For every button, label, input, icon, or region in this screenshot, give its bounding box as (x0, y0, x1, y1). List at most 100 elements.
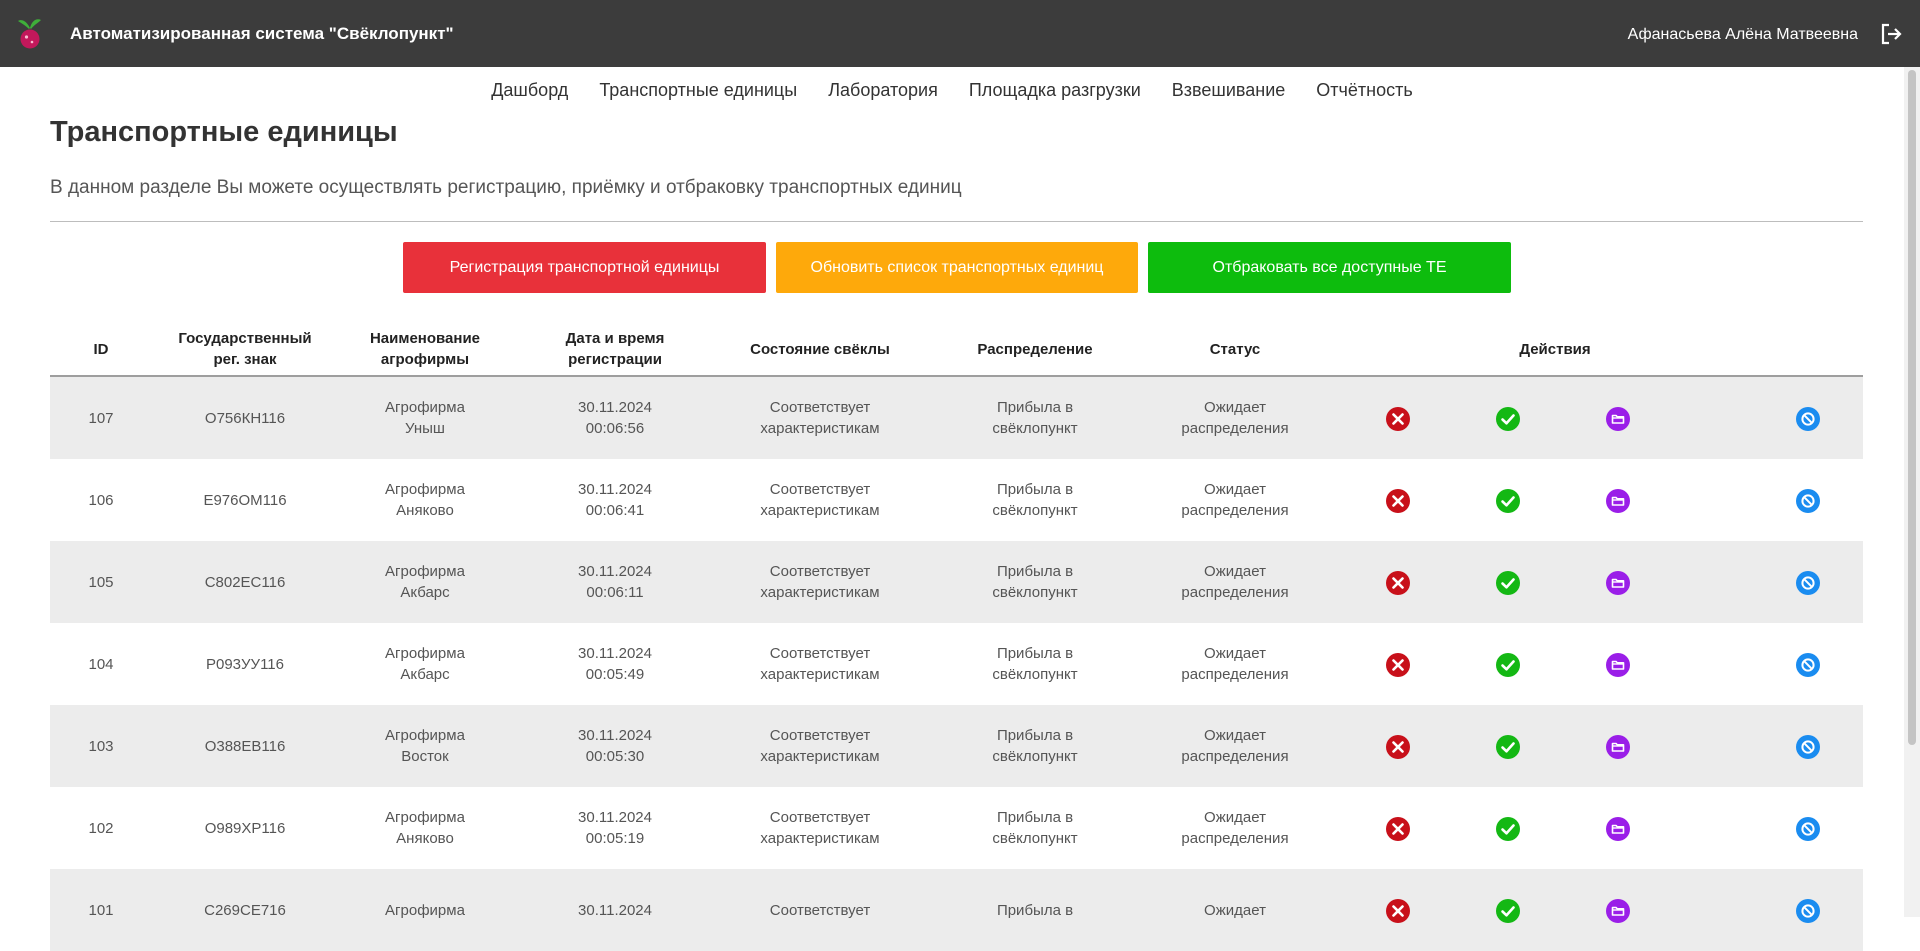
nav-item-unloading-area[interactable]: Площадка разгрузки (969, 80, 1141, 101)
cell-date-text: 30.11.2024 (578, 809, 652, 826)
reject-icon[interactable] (1386, 571, 1410, 595)
cell-distribution-text: свёклопункт (992, 502, 1078, 519)
cell-plate-text: О756КН116 (204, 409, 286, 427)
accept-icon[interactable] (1496, 899, 1520, 923)
cell-status-text: Ожидает (1204, 727, 1266, 744)
cell-id: 107 (50, 377, 152, 459)
cell-status: Ожидает распределения (1160, 459, 1310, 541)
accept-icon[interactable] (1496, 489, 1520, 513)
cell-distribution-text: Прибыла в (996, 481, 1074, 498)
cell-id-text: 103 (88, 737, 114, 755)
cell-plate: Е976ОМ116 (162, 459, 328, 541)
cell-date-text: 00:05:49 (585, 666, 645, 683)
column-header-plate: Государственный рег. знак (178, 330, 312, 368)
cell-distribution-text: свёклопункт (992, 420, 1078, 437)
cell-farm-text: Уныш (405, 420, 445, 437)
nav-item-transport-units[interactable]: Транспортные единицы (599, 80, 797, 101)
cell-farm: Агрофирма Аняково (350, 459, 500, 541)
cell-distribution-text: Прибыла в (996, 645, 1074, 662)
cell-distribution-text: свёклопункт (992, 584, 1078, 601)
cell-date-text: 00:06:56 (585, 420, 645, 437)
cell-farm: Агрофирма Восток (350, 705, 500, 787)
cell-plate-text: С802ЕС116 (204, 573, 286, 591)
details-icon[interactable] (1606, 407, 1630, 431)
reject-icon[interactable] (1386, 817, 1410, 841)
cell-farm-text: Агрофирма (385, 481, 465, 498)
page-scrollbar-thumb[interactable] (1908, 70, 1916, 745)
reject-icon[interactable] (1386, 407, 1410, 431)
cell-status-text: Ожидает (1204, 399, 1266, 416)
block-icon[interactable] (1796, 489, 1820, 513)
cell-status: Ожидает (1160, 869, 1310, 951)
block-icon[interactable] (1796, 899, 1820, 923)
cell-state: Соответствует (730, 869, 910, 951)
reject-all-button[interactable]: Отбраковать все доступные ТЕ (1148, 242, 1511, 293)
table-row: 102 О989ХР116 Агрофирма Аняково 30.11.2024 00… (50, 787, 1863, 869)
accept-icon[interactable] (1496, 407, 1520, 431)
reject-icon[interactable] (1386, 653, 1410, 677)
logout-icon[interactable] (1879, 22, 1903, 46)
block-icon[interactable] (1796, 407, 1820, 431)
accept-icon[interactable] (1496, 653, 1520, 677)
cell-date-text: 00:05:19 (585, 830, 645, 847)
accept-icon[interactable] (1496, 735, 1520, 759)
cell-status-text: Ожидает (1204, 481, 1266, 498)
block-icon[interactable] (1796, 653, 1820, 677)
cell-farm-text: Восток (401, 748, 449, 765)
cell-plate-text: Р093УУ116 (205, 655, 284, 673)
cell-plate-text: С269СЕ716 (204, 901, 286, 919)
table-row: 101 С269СЕ716 Агрофирма 30.11.2024 Соответст… (50, 869, 1863, 951)
details-icon[interactable] (1606, 899, 1630, 923)
cell-status-text: распределения (1181, 502, 1289, 519)
cell-distribution-text: свёклопункт (992, 830, 1078, 847)
register-transport-unit-button[interactable]: Регистрация транспортной единицы (403, 242, 766, 293)
cell-status: Ожидает распределения (1160, 541, 1310, 623)
cell-state-text: Соответствует (769, 481, 871, 498)
cell-distribution: Прибыла в свёклопункт (950, 787, 1120, 869)
column-header-state: Состояние свёклы (750, 340, 890, 358)
cell-status-text: Ожидает (1204, 901, 1266, 919)
reject-icon[interactable] (1386, 735, 1410, 759)
page-subtitle: В данном разделе Вы можете осуществлять … (50, 177, 962, 198)
beet-logo-icon (15, 16, 45, 50)
cell-status-text: распределения (1181, 666, 1289, 683)
details-icon[interactable] (1606, 489, 1630, 513)
nav-item-reports[interactable]: Отчётность (1316, 80, 1412, 101)
accept-icon[interactable] (1496, 817, 1520, 841)
reject-icon[interactable] (1386, 489, 1410, 513)
nav-item-weighing[interactable]: Взвешивание (1172, 80, 1286, 101)
details-icon[interactable] (1606, 571, 1630, 595)
block-icon[interactable] (1796, 817, 1820, 841)
cell-date: 30.11.2024 00:05:30 (540, 705, 690, 787)
accept-icon[interactable] (1496, 571, 1520, 595)
cell-date: 30.11.2024 00:06:56 (540, 377, 690, 459)
details-icon[interactable] (1606, 817, 1630, 841)
app-title: Автоматизированная система "Свёклопункт" (70, 24, 454, 43)
cell-date-text: 30.11.2024 (578, 563, 652, 580)
reject-icon[interactable] (1386, 899, 1410, 923)
details-icon[interactable] (1606, 735, 1630, 759)
main-nav: Дашборд Транспортные единицы Лаборатория… (0, 80, 1904, 101)
cell-plate: С269СЕ716 (162, 869, 328, 951)
cell-distribution-text: Прибыла в (996, 901, 1074, 919)
details-icon[interactable] (1606, 653, 1630, 677)
nav-item-dashboard[interactable]: Дашборд (491, 80, 568, 101)
nav-item-laboratory[interactable]: Лаборатория (828, 80, 938, 101)
cell-id: 102 (50, 787, 152, 869)
block-icon[interactable] (1796, 735, 1820, 759)
cell-state: Соответствует характеристикам (730, 377, 910, 459)
refresh-list-button[interactable]: Обновить список транспортных единиц (776, 242, 1138, 293)
cell-date: 30.11.2024 (540, 869, 690, 951)
cell-farm-text: Аняково (396, 830, 454, 847)
cell-state-text: Соответствует (769, 563, 871, 580)
cell-distribution-text: Прибыла в (996, 399, 1074, 416)
cell-state: Соответствует характеристикам (730, 705, 910, 787)
cell-farm: Агрофирма Уныш (350, 377, 500, 459)
cell-date: 30.11.2024 00:05:19 (540, 787, 690, 869)
cell-id: 105 (50, 541, 152, 623)
page-title: Транспортные единицы (50, 116, 398, 148)
user-name[interactable]: Афанасьева Алёна Матвеевна (1628, 26, 1858, 44)
block-icon[interactable] (1796, 571, 1820, 595)
column-header-id: ID (93, 340, 109, 358)
cell-farm: Агрофирма Акбарс (350, 623, 500, 705)
